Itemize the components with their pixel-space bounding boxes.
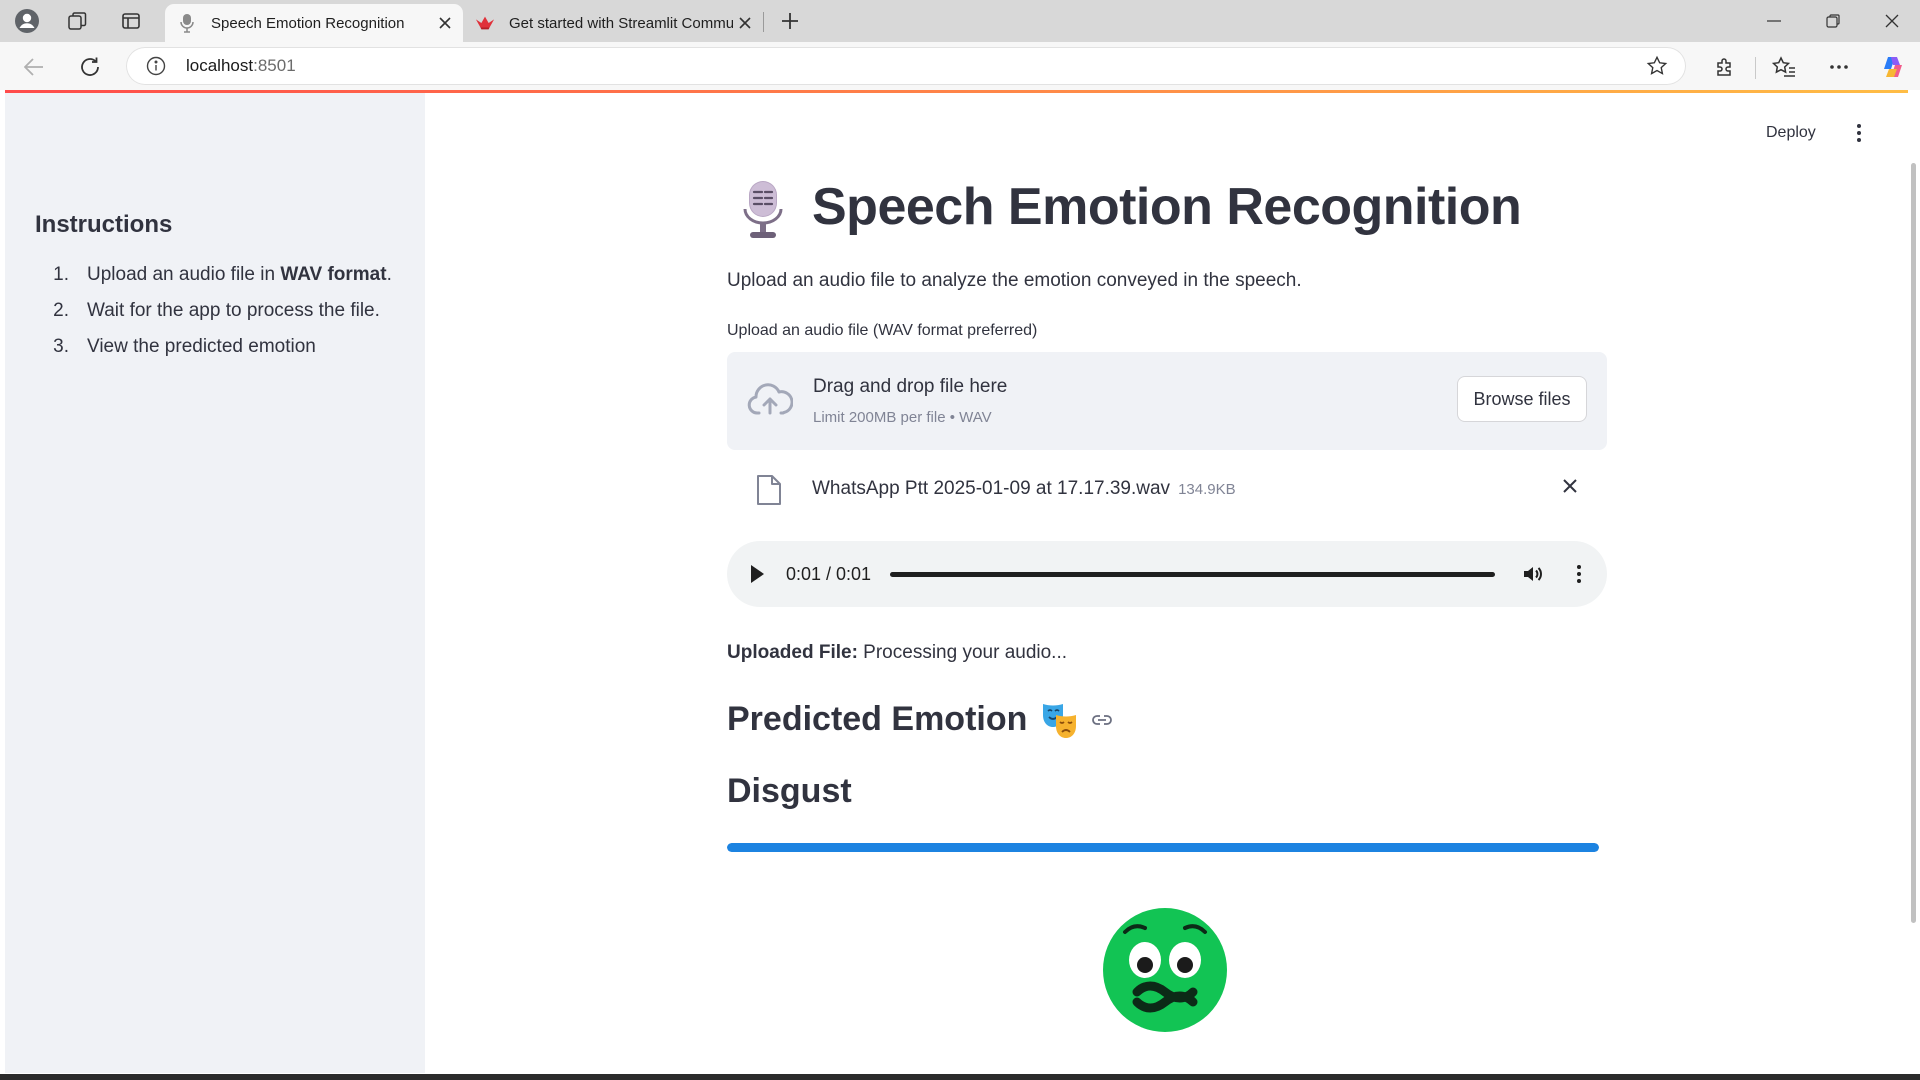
uploaded-file-row: WhatsApp Ptt 2025-01-09 at 17.17.39.wav 1… — [812, 478, 1236, 500]
reload-icon[interactable] — [74, 51, 106, 83]
progress-fill — [727, 843, 1599, 852]
page-title: Speech Emotion Recognition — [812, 178, 1522, 236]
tab-streamlit-community[interactable]: Get started with Streamlit Commu — [463, 4, 763, 42]
file-name: WhatsApp Ptt 2025-01-09 at 17.17.39.wav — [812, 478, 1171, 499]
address-bar[interactable]: localhost:8501 — [126, 47, 1686, 85]
uploaded-text: Processing your audio... — [857, 642, 1068, 663]
page-subtitle: Upload an audio file to analyze the emot… — [727, 270, 1302, 291]
close-tab-icon[interactable] — [433, 11, 457, 35]
step-number: 1. — [53, 264, 69, 285]
url-host: localhost — [186, 56, 254, 75]
window-close-icon[interactable] — [1864, 0, 1920, 42]
sidebar-title: Instructions — [35, 211, 173, 238]
volume-icon[interactable] — [1521, 562, 1545, 586]
microphone-icon — [740, 181, 786, 239]
audio-more-icon[interactable] — [1567, 562, 1591, 586]
browser-toolbar: localhost:8501 — [0, 42, 1920, 90]
dropzone-text: Drag and drop file here — [813, 376, 1008, 397]
audio-player: 0:01 / 0:01 — [727, 541, 1607, 607]
tab-divider — [763, 12, 764, 32]
tab-title: Get started with Streamlit Commu — [509, 14, 733, 32]
dropzone-limit: Limit 200MB per file • WAV — [813, 409, 992, 426]
sidebar: Instructions 1. Upload an audio file in … — [5, 93, 425, 1073]
file-dropzone[interactable]: Drag and drop file here Limit 200MB per … — [727, 352, 1607, 450]
uploaded-label: Uploaded File: — [727, 642, 858, 663]
performing-arts-icon — [1041, 701, 1079, 739]
uploader-label: Upload an audio file (WAV format preferr… — [727, 322, 1038, 339]
remove-file-icon[interactable] — [1562, 478, 1578, 494]
step-text: View the predicted emotion — [87, 336, 316, 357]
tab-title: Speech Emotion Recognition — [211, 14, 405, 32]
step-text-post: . — [386, 264, 392, 285]
extensions-icon[interactable] — [1709, 51, 1741, 83]
predicted-emotion-heading: Predicted Emotion — [727, 700, 1113, 739]
instruction-step: 1. Upload an audio file in WAV format. — [35, 257, 392, 293]
workspaces-icon[interactable] — [62, 6, 92, 36]
predicted-emotion-label: Disgust — [727, 772, 852, 810]
back-arrow-icon[interactable] — [18, 51, 50, 83]
step-text: Upload an audio file in WAV format. — [87, 257, 392, 293]
copilot-icon[interactable] — [1877, 51, 1909, 83]
audio-seek-bar[interactable] — [890, 572, 1495, 577]
site-info-icon[interactable] — [146, 56, 166, 76]
url-text: localhost:8501 — [186, 56, 296, 76]
vertical-tabs-icon[interactable] — [116, 6, 146, 36]
step-number: 2. — [53, 300, 69, 321]
minimize-icon[interactable] — [1746, 0, 1802, 42]
browser-tab-bar: Speech Emotion Recognition Get started w… — [0, 0, 1920, 42]
anchor-link-icon[interactable] — [1091, 714, 1113, 726]
new-tab-icon[interactable] — [775, 6, 805, 36]
step-number: 3. — [53, 336, 69, 357]
profile-icon[interactable] — [12, 6, 42, 36]
app-menu-icon[interactable] — [1856, 122, 1862, 144]
deploy-button[interactable]: Deploy — [1766, 124, 1816, 142]
scrollbar-thumb[interactable] — [1911, 163, 1916, 923]
confidence-progress-bar — [727, 843, 1599, 852]
restore-icon[interactable] — [1805, 0, 1861, 42]
toolbar-divider — [1755, 57, 1756, 79]
window-bottom-edge — [0, 1074, 1920, 1080]
predicted-heading-text: Predicted Emotion — [727, 700, 1028, 738]
close-tab-icon[interactable] — [733, 11, 757, 35]
tab-speech-emotion[interactable]: Speech Emotion Recognition — [165, 4, 463, 42]
nauseated-face-icon — [1103, 908, 1227, 1032]
more-options-icon[interactable] — [1823, 51, 1855, 83]
file-size: 134.9KB — [1178, 481, 1236, 498]
streamlit-crown-icon — [475, 13, 495, 33]
favorites-icon[interactable] — [1768, 51, 1800, 83]
play-icon[interactable] — [749, 563, 765, 585]
file-icon — [756, 474, 782, 506]
audio-time: 0:01 / 0:01 — [786, 564, 872, 584]
url-port: :8501 — [253, 56, 296, 75]
page-scrollbar[interactable] — [1908, 93, 1920, 1073]
uploaded-status: Uploaded File: Processing your audio... — [727, 642, 1067, 664]
browse-files-button[interactable]: Browse files — [1457, 376, 1587, 422]
step-text: Wait for the app to process the file. — [87, 300, 380, 321]
instruction-step: 2. Wait for the app to process the file. — [35, 293, 392, 329]
favorite-star-icon[interactable] — [1646, 55, 1668, 77]
step-text-bold: WAV format — [280, 264, 387, 285]
microphone-icon — [177, 13, 197, 33]
instruction-step: 3. View the predicted emotion — [35, 329, 392, 365]
step-text-pre: Upload an audio file in — [87, 264, 281, 285]
instructions-list: 1. Upload an audio file in WAV format. 2… — [35, 257, 392, 365]
cloud-upload-icon — [747, 382, 793, 416]
